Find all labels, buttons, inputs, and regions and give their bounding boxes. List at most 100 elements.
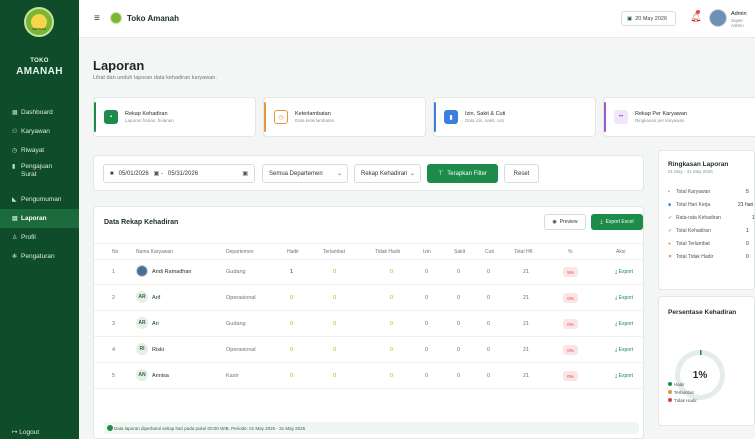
filter-icon: ⊤ xyxy=(438,171,444,177)
report-type-select[interactable]: Rekap Kehadiran ⌄ xyxy=(354,164,421,183)
logout-button[interactable]: ↦ Logout xyxy=(12,428,39,436)
percent-badge: 0% xyxy=(563,319,578,329)
gear-icon: ✻ xyxy=(12,254,18,260)
tab-izin-sakit-cuti[interactable]: ▮ Izin, Sakit & Cuti Data izin, sakit, c… xyxy=(433,97,596,137)
dot-icon: • xyxy=(668,189,670,195)
sidebar-item-laporan[interactable]: ▤ Laporan xyxy=(0,209,79,228)
export-excel-button[interactable]: ⤓ Export Excel xyxy=(591,214,643,230)
cell-no: 1 xyxy=(112,269,116,275)
users-icon: •• xyxy=(614,110,628,124)
tab-label: Rekap Per Karyawan xyxy=(635,111,687,117)
cell-tidak-hadir: 0 xyxy=(390,269,394,275)
avatar-initials: AR xyxy=(136,291,148,303)
cell-cuti: 0 xyxy=(487,321,491,327)
col-department: Departemen xyxy=(226,249,254,255)
cell-name: Ari xyxy=(152,321,159,327)
tab-keterlambatan[interactable]: ◷ Keterlambatan Data keterlambatan xyxy=(263,97,426,137)
department-select[interactable]: Semua Departemen ⌄ xyxy=(262,164,348,183)
brand-line-2: AMANAH xyxy=(16,66,63,77)
avatar[interactable] xyxy=(709,9,727,27)
cell-terlambat: 0 xyxy=(333,269,337,275)
sidebar-item-pengumuman[interactable]: ◣ Pengumuman xyxy=(0,190,79,209)
export-row-button[interactable]: ⤓ Export xyxy=(615,347,633,353)
export-row-button[interactable]: ⤓ Export xyxy=(615,321,633,327)
percentage-title: Persentase Kehadiran xyxy=(668,309,737,316)
sidebar-item-profil[interactable]: ♙ Profil xyxy=(0,228,79,247)
tab-rekap-kehadiran[interactable]: ▪ Rekap Kehadiran Laporan harian, bulana… xyxy=(93,97,256,137)
logout-icon: ↦ xyxy=(12,429,18,436)
user-icon: ♙ xyxy=(12,235,18,241)
cell-terlambat: 0 xyxy=(333,295,337,301)
percent-badge: 0% xyxy=(563,371,578,381)
summary-row: ✓Rata-rata Kehadiran 1% xyxy=(668,215,754,226)
brand-line-1: TOKO xyxy=(30,58,49,64)
cell-total-hk: 21 xyxy=(523,295,530,301)
avatar-initials: AN xyxy=(136,369,148,381)
calendar-icon: ▣ xyxy=(242,171,248,177)
summary-row: ■ Total Hari Kerja 21 hari xyxy=(668,202,754,213)
user-role: Super Admin xyxy=(731,18,744,28)
document-icon: ▮ xyxy=(12,164,16,170)
apply-filter-button[interactable]: ⊤ Terapkan Filter xyxy=(427,164,498,183)
summary-value: 21 hari xyxy=(738,202,754,208)
sidebar-item-riwayat[interactable]: ◷ Riwayat xyxy=(0,141,79,160)
attendance-percentage-card: Persentase Kehadiran 1% Hadir Terlambat … xyxy=(658,296,755,426)
cell-department: Operasional xyxy=(226,347,256,353)
cell-sakit: 0 xyxy=(457,269,461,275)
preview-label: Preview xyxy=(559,219,578,225)
summary-label: Total Karyawan xyxy=(676,189,711,195)
tab-rekap-per-karyawan[interactable]: •• Rekap Per Karyawan Ringkasan per kary… xyxy=(603,97,755,137)
menu-icon[interactable]: ≡ xyxy=(94,13,100,24)
tab-label: Izin, Sakit & Cuti xyxy=(465,111,506,117)
clock-icon: ◷ xyxy=(274,110,288,124)
cell-sakit: 0 xyxy=(457,321,461,327)
col-no: No xyxy=(112,249,119,255)
cell-hadir: 0 xyxy=(290,321,294,327)
table-row: 4 RI Riski Operasional 0 0 0 0 0 0 21 0%… xyxy=(94,338,645,363)
table-row: 2 AR Arif Operasional 0 0 0 0 0 0 21 0% … xyxy=(94,286,645,311)
col-tidak-hadir: Tidak Hadir xyxy=(375,249,401,255)
table-row: 1 Andi Ramadhan Gudang 1 0 0 0 0 0 21 5%… xyxy=(94,260,645,285)
export-excel-label: Export Excel xyxy=(605,219,634,225)
cell-hadir: 0 xyxy=(290,347,294,353)
export-row-label: Export xyxy=(618,347,634,353)
export-row-button[interactable]: ⤓ Export xyxy=(615,269,633,275)
preview-button[interactable]: ◉ Preview xyxy=(544,214,586,230)
date-range-input[interactable]: ■ 05/01/2026 ▣ - 05/31/2026 ▣ xyxy=(103,164,255,183)
bell-icon[interactable]: 🔔︎ xyxy=(690,12,701,23)
tab-accent xyxy=(264,102,266,132)
cell-no: 5 xyxy=(112,373,116,379)
sidebar-item-label-2: Surat xyxy=(21,171,37,178)
reset-button[interactable]: Reset xyxy=(504,164,539,183)
cell-no: 3 xyxy=(112,321,116,327)
sidebar-item-pengajuan-surat[interactable]: ▮ Pengajuan Surat xyxy=(0,160,79,190)
grid-icon: ▦ xyxy=(12,110,18,116)
export-row-button[interactable]: ⤓ Export xyxy=(615,295,633,301)
calendar-icon: ▪ xyxy=(104,110,118,124)
sidebar-item-karyawan[interactable]: ⚇ Karyawan xyxy=(0,122,79,141)
update-note-text: Data laporan diperbarui setiap hari pada… xyxy=(114,425,306,431)
export-row-label: Export xyxy=(618,321,634,327)
legend-item-terlambat: Terlambat xyxy=(668,390,694,395)
date-display[interactable]: ▣ 20 May 2026 xyxy=(621,11,676,26)
cell-hadir: 0 xyxy=(290,373,294,379)
logo-text: AMANAH xyxy=(32,27,46,31)
cell-hadir: 1 xyxy=(290,269,294,275)
sidebar-item-label: Profil xyxy=(21,234,36,241)
date-text: 20 May 2026 xyxy=(635,15,668,22)
col-hadir: Hadir xyxy=(287,249,299,255)
export-row-button[interactable]: ⤓ Export xyxy=(615,373,633,379)
cell-name: Annisa xyxy=(152,373,169,379)
summary-label: Rata-rata Kehadiran xyxy=(676,215,722,221)
end-date: 05/31/2026 xyxy=(168,170,199,177)
table-title: Data Rekap Kehadiran xyxy=(104,219,179,226)
cell-sakit: 0 xyxy=(457,373,461,379)
cell-tidak-hadir: 0 xyxy=(390,295,394,301)
col-terlambat: Terlambat xyxy=(323,249,345,255)
col-name: Nama Karyawan xyxy=(136,249,173,255)
sidebar-item-dashboard[interactable]: ▦ Dashboard xyxy=(0,103,79,122)
col-sakit: Sakit xyxy=(454,249,466,255)
sidebar-item-pengaturan[interactable]: ✻ Pengaturan xyxy=(0,247,79,266)
cell-cuti: 0 xyxy=(487,347,491,353)
cell-total-hk: 21 xyxy=(523,347,530,353)
